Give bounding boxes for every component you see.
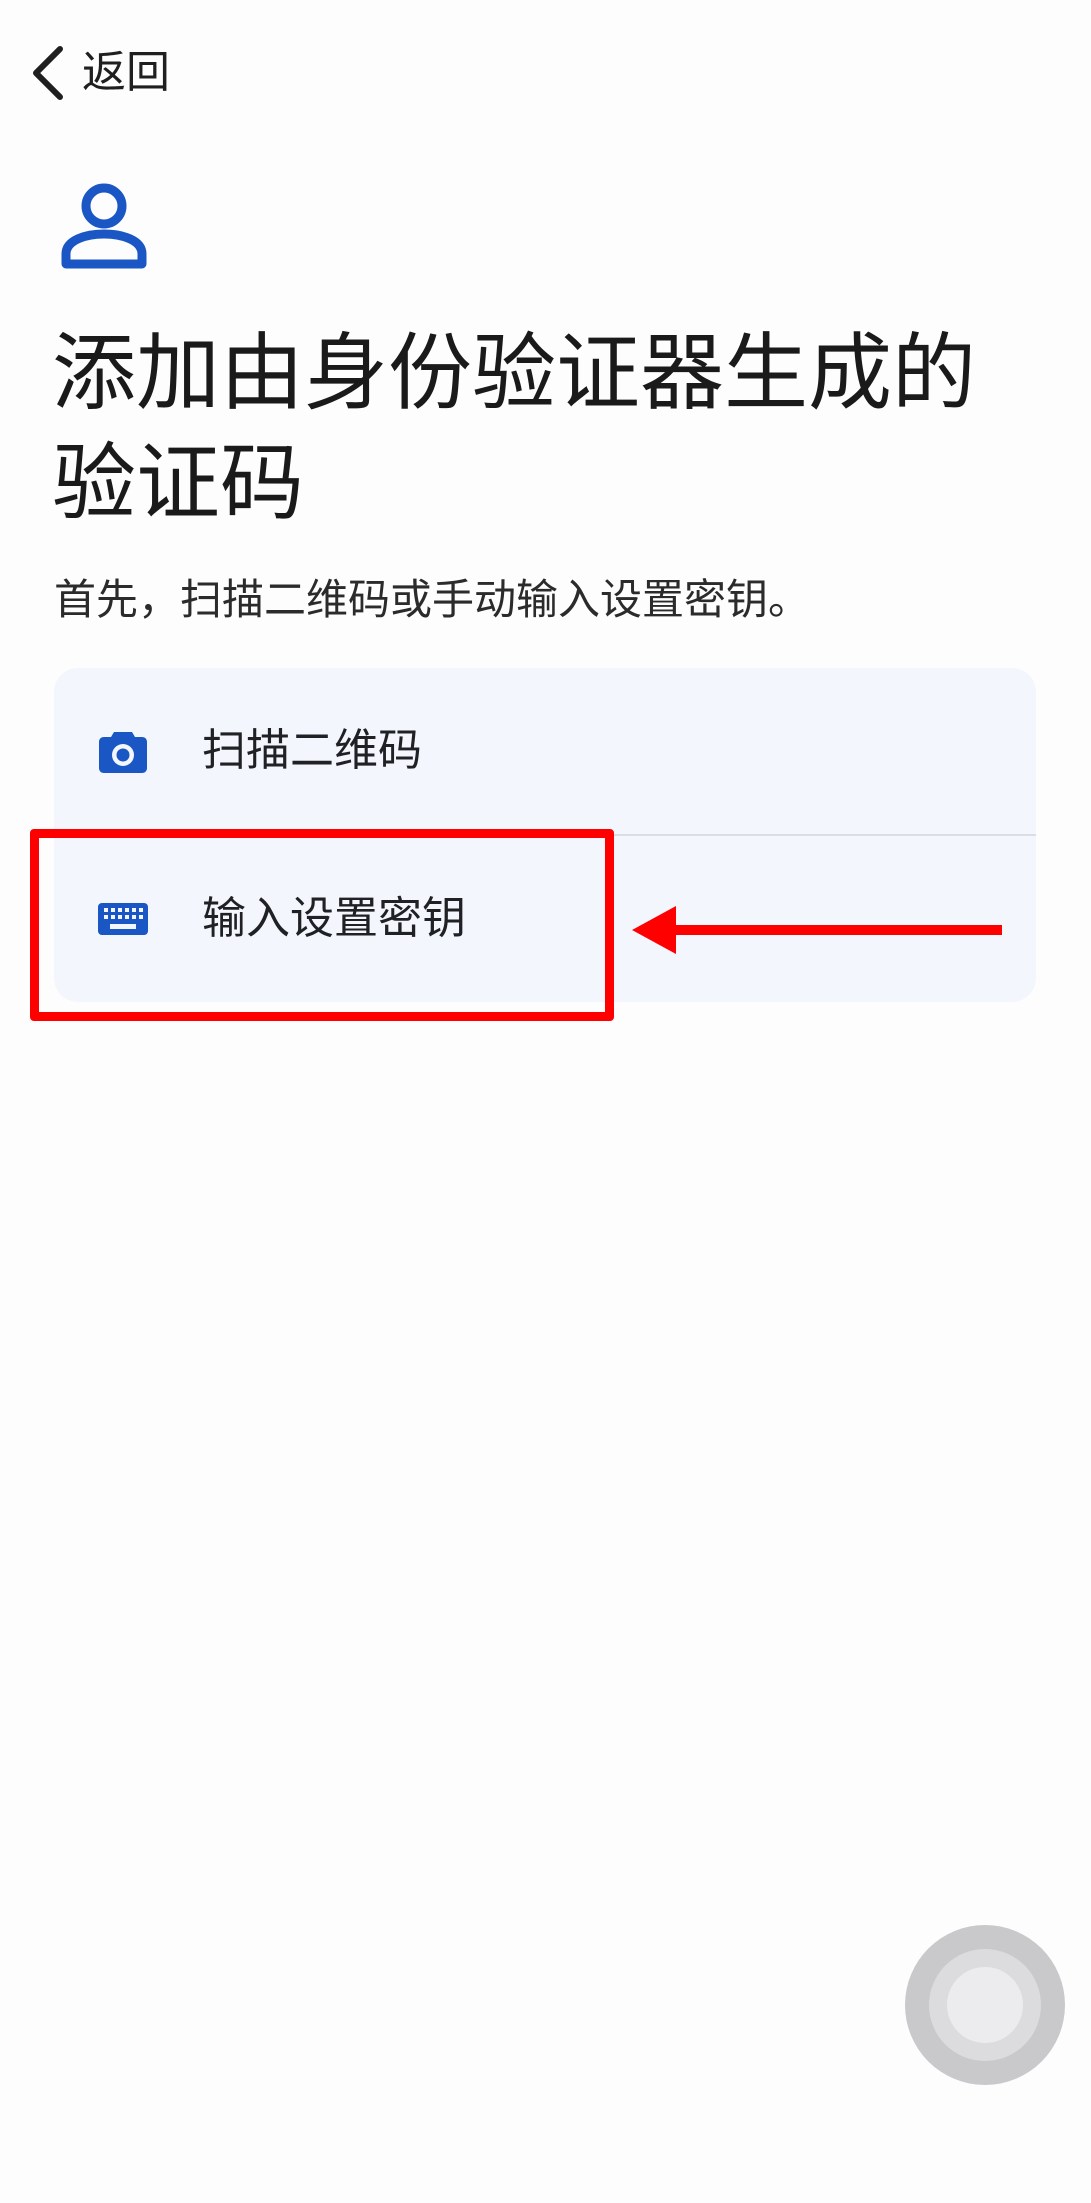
account-icon [61, 183, 147, 269]
camera-icon [96, 724, 150, 778]
chevron-left-icon [33, 46, 63, 100]
assistive-touch-ring [929, 1949, 1041, 2061]
keyboard-icon [96, 892, 150, 946]
scan-qr-code-label: 扫描二维码 [202, 725, 422, 776]
scan-qr-code-option[interactable]: 扫描二维码 [54, 668, 1036, 834]
assistive-touch-button[interactable] [905, 1925, 1065, 2085]
annotation-arrow-icon [632, 906, 1002, 954]
back-button[interactable]: 返回 [30, 38, 170, 108]
enter-setup-key-label: 输入设置密钥 [202, 893, 466, 944]
page-subtitle: 首先，扫描二维码或手动输入设置密钥。 [54, 575, 811, 624]
back-label: 返回 [82, 47, 170, 98]
page-title: 添加由身份验证器生成的验证码 [52, 324, 977, 532]
assistive-touch-core [947, 1967, 1023, 2043]
